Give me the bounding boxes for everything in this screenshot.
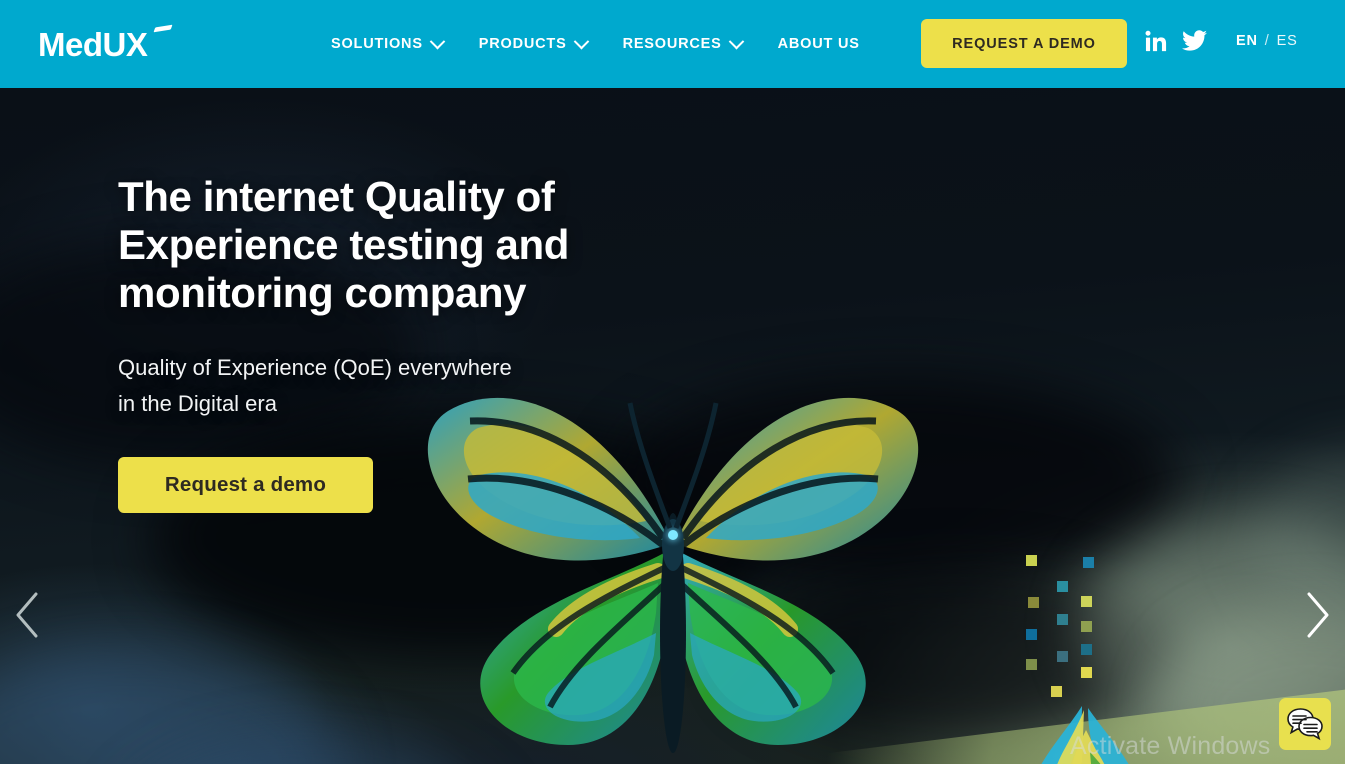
page-root: MedUX SOLUTIONS PRODUCTS RESOURCES ABOUT… [0,0,1345,764]
decor-dot [1026,659,1037,670]
decor-dot [1081,596,1092,607]
decor-dot [1028,597,1039,608]
chevron-right-icon [1295,586,1339,644]
nav-item-resources[interactable]: RESOURCES [622,33,744,52]
nav-label-products: PRODUCTS [478,36,567,52]
language-option-es[interactable]: ES [1277,33,1298,49]
logo-accent-icon [153,24,173,33]
main-navigation: SOLUTIONS PRODUCTS RESOURCES ABOUT US [331,0,860,88]
hero-heading-line-2: Experience testing and [118,221,570,268]
medux-logo[interactable]: MedUX [38,24,173,65]
carousel-next-button[interactable] [1295,586,1339,644]
linkedin-icon[interactable] [1145,30,1168,53]
chat-widget-button[interactable] [1279,698,1331,750]
decor-dot [1081,621,1092,632]
nav-item-solutions[interactable]: SOLUTIONS [331,33,446,52]
chevron-down-icon [728,33,744,49]
nav-label-resources: RESOURCES [622,36,722,52]
chevron-left-icon [6,586,50,644]
logo-text: MedUX [38,26,148,63]
hero-subheading: Quality of Experience (QoE) everywhere i… [118,350,758,422]
nav-label-solutions: SOLUTIONS [331,36,423,52]
hero-content: The internet Quality of Experience testi… [118,173,758,513]
chat-bubbles-icon [1286,707,1324,741]
hero-subheading-line-2: in the Digital era [118,391,277,416]
decor-dot [1083,557,1094,568]
hero-heading-line-3: monitoring company [118,269,527,316]
nav-label-about-us: ABOUT US [777,36,860,52]
language-option-en[interactable]: EN [1236,33,1258,49]
twitter-icon[interactable] [1182,30,1207,53]
decor-dot [1057,581,1068,592]
language-separator: / [1264,33,1270,49]
social-links [1145,30,1207,53]
hero-heading-line-1: The internet Quality of [118,173,555,220]
decor-dot [1026,555,1037,566]
decor-dot [1051,686,1062,697]
language-switcher: EN / ES [1236,33,1298,49]
chevron-down-icon [573,33,589,49]
decor-dot [1057,614,1068,625]
nav-item-products[interactable]: PRODUCTS [478,33,589,52]
hero-request-demo-button[interactable]: Request a demo [118,457,373,513]
chevron-down-icon [429,33,446,49]
site-header: MedUX SOLUTIONS PRODUCTS RESOURCES ABOUT… [0,0,1345,88]
hero-subheading-line-1: Quality of Experience (QoE) everywhere [118,355,512,380]
hero-section: The internet Quality of Experience testi… [0,88,1345,764]
decor-dot [1081,667,1092,678]
medux-butterfly-flame-logo [1012,700,1160,764]
nav-item-about-us[interactable]: ABOUT US [778,36,860,52]
decor-dot [1026,629,1037,640]
header-request-demo-button[interactable]: REQUEST A DEMO [921,19,1127,68]
decor-dot [1081,644,1092,655]
hero-heading: The internet Quality of Experience testi… [118,173,758,317]
carousel-prev-button[interactable] [6,586,50,644]
decor-dot [1057,651,1068,662]
decorative-dot-matrix [1020,553,1130,708]
